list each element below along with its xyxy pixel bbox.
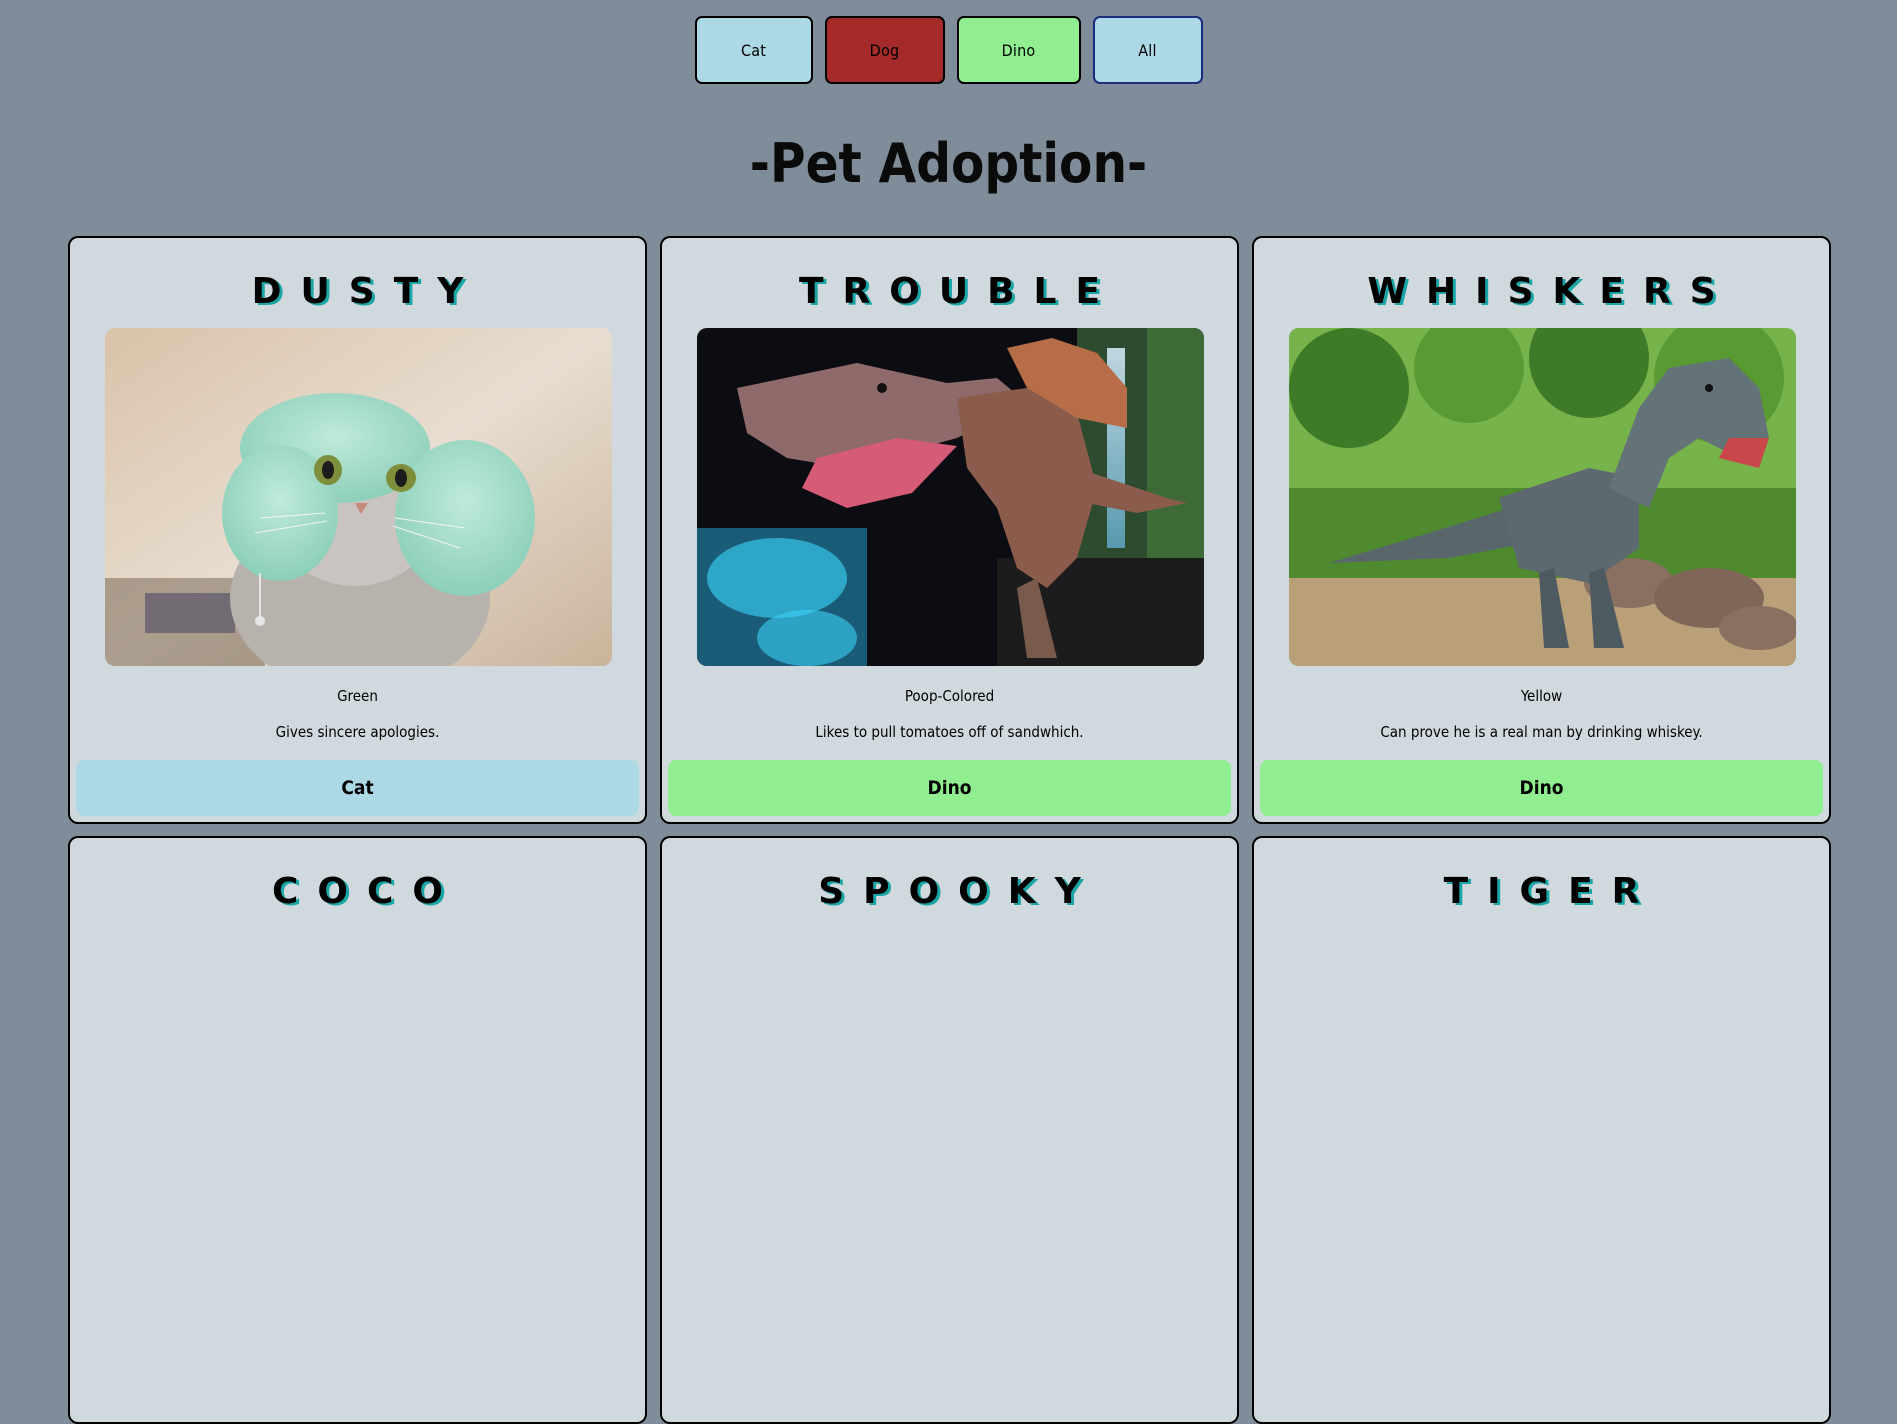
pet-photo: [1289, 328, 1796, 666]
pet-card: WHISKERS Yellow Can prove he is a real m…: [1252, 236, 1831, 824]
dinosaur-photo-icon: [697, 328, 1204, 666]
dinosaur-photo-icon: [1289, 328, 1796, 666]
filter-all-button[interactable]: All: [1092, 16, 1203, 84]
pet-description: Gives sincere apologies.: [275, 723, 440, 741]
pet-color: Poop-Colored: [904, 687, 995, 705]
filter-cat-button[interactable]: Cat: [694, 16, 813, 84]
pet-type-button[interactable]: Dino: [1260, 760, 1823, 816]
pet-name: SPOOKY: [818, 871, 1100, 912]
pet-description: Can prove he is a real man by drinking w…: [1380, 723, 1703, 741]
pet-card: COCO: [68, 836, 647, 1424]
pet-card: TROUBLE Poop-Colored Likes to pull tomat…: [660, 236, 1239, 824]
pet-description: Likes to pull tomatoes off of sandwhich.: [815, 723, 1084, 741]
pet-card: SPOOKY: [660, 836, 1239, 1424]
filter-dog-button[interactable]: Dog: [824, 16, 945, 84]
pet-photo: [105, 328, 612, 666]
filter-dino-button[interactable]: Dino: [956, 16, 1081, 84]
pet-name: WHISKERS: [1367, 271, 1735, 312]
pet-name: TIGER: [1443, 871, 1659, 912]
pet-name: COCO: [271, 871, 463, 912]
pet-color: Green: [337, 687, 378, 705]
page-title: -Pet Adoption-: [749, 132, 1148, 195]
filter-bar: Cat Dog Dino All: [0, 16, 1897, 84]
cat-photo-icon: [105, 328, 612, 666]
pet-card-grid: DUSTY Green Gives sincere apologies. Cat…: [68, 236, 1831, 1424]
pet-name: DUSTY: [251, 271, 483, 312]
pet-name: TROUBLE: [798, 271, 1120, 312]
pet-type-button[interactable]: Dino: [668, 760, 1231, 816]
pet-color: Yellow: [1520, 687, 1563, 705]
pet-photo: [697, 328, 1204, 666]
pet-type-button[interactable]: Cat: [76, 760, 639, 816]
pet-card: DUSTY Green Gives sincere apologies. Cat: [68, 236, 647, 824]
pet-card: TIGER: [1252, 836, 1831, 1424]
